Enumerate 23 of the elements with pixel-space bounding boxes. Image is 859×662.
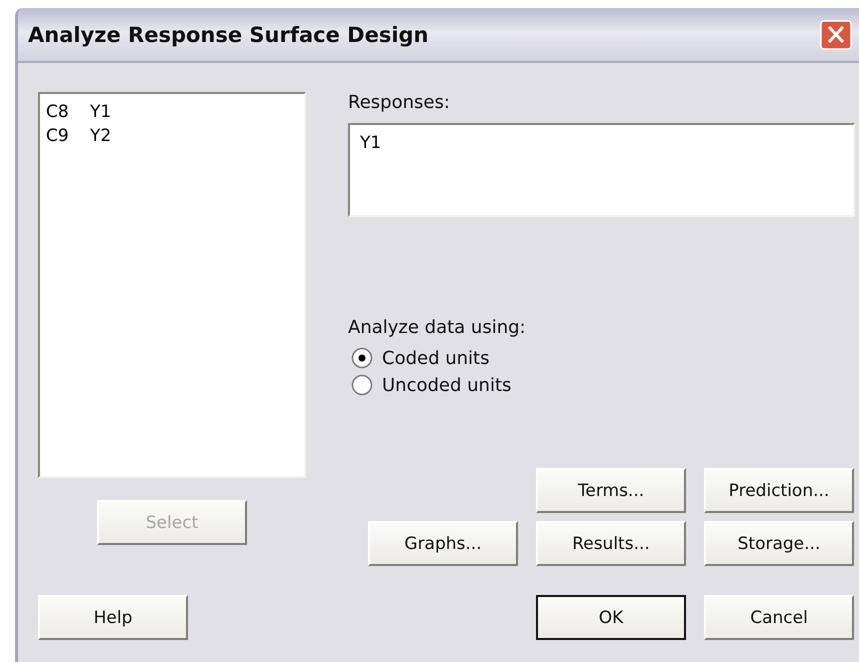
- dialog-button[interactable]: Help: [38, 595, 188, 640]
- radio-button[interactable]: [351, 374, 373, 396]
- column-name[interactable]: Y2: [90, 124, 112, 148]
- column-id[interactable]: C9: [46, 124, 90, 148]
- field-value: Y1: [360, 133, 382, 153]
- column-id[interactable]: C8: [46, 100, 90, 124]
- dialog-button[interactable]: Cancel: [704, 595, 854, 640]
- column-name[interactable]: Y1: [90, 100, 112, 124]
- option-button[interactable]: Terms...: [536, 468, 686, 513]
- option-button[interactable]: Storage...: [704, 521, 854, 566]
- radio-label[interactable]: Uncoded units: [382, 374, 512, 396]
- responses-field[interactable]: Y1: [348, 123, 855, 217]
- close-icon[interactable]: [820, 20, 852, 50]
- column-list[interactable]: C8 Y1 C9 Y2: [38, 92, 306, 478]
- dialog-button[interactable]: OK: [536, 595, 686, 640]
- analyze-label: Analyze data using:: [348, 317, 526, 338]
- responses-label: Responses:: [348, 92, 450, 113]
- option-button[interactable]: Results...: [536, 521, 686, 566]
- option-button[interactable]: Graphs...: [368, 521, 518, 566]
- option-button[interactable]: Prediction...: [704, 468, 854, 513]
- radio-button[interactable]: [351, 347, 373, 369]
- window-title: Analyze Response Surface Design: [28, 22, 429, 46]
- radio-label[interactable]: Coded units: [382, 348, 490, 368]
